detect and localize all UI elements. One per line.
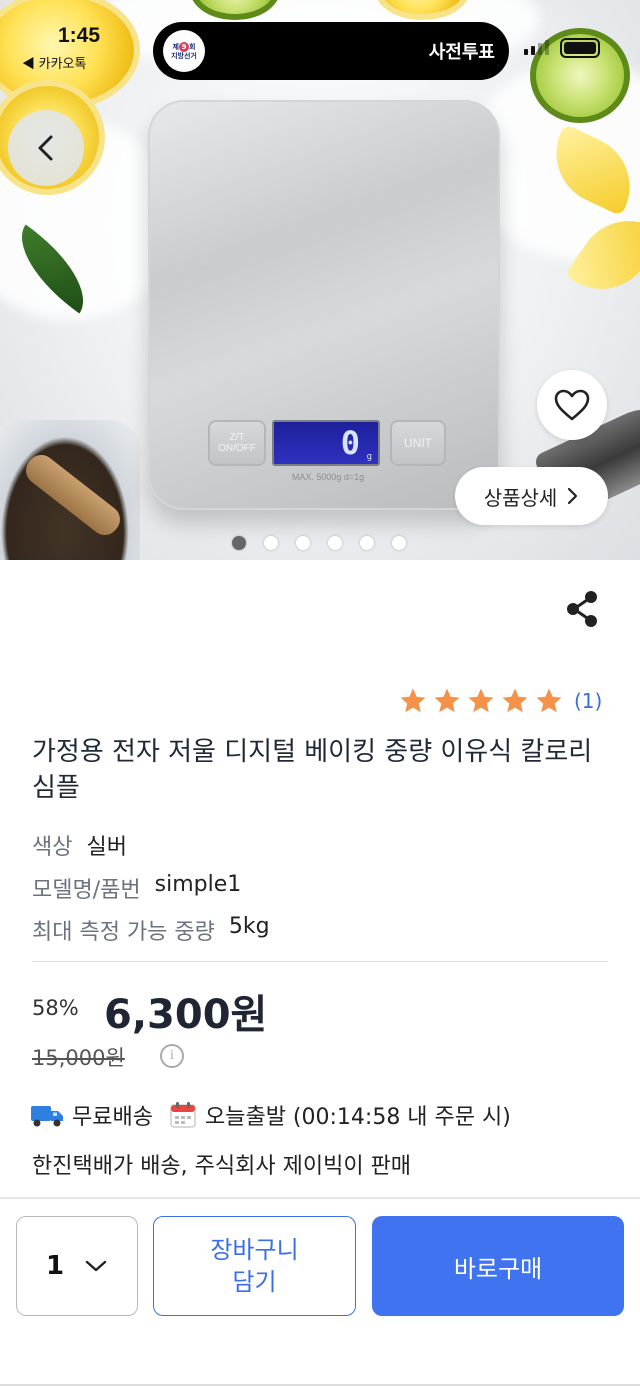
star-icon xyxy=(468,688,494,713)
star-icon xyxy=(536,688,562,713)
rating[interactable]: (1) xyxy=(398,686,602,716)
election-logo-icon: 제9회 지방선거 xyxy=(163,30,205,72)
status-time: 1:45 xyxy=(58,24,101,47)
spec-model: 모델명/품번 simple1 xyxy=(32,872,241,904)
quantity-select[interactable]: 1 xyxy=(16,1216,138,1316)
chevron-left-icon xyxy=(38,135,53,161)
sale-price: 6,300원 xyxy=(104,992,268,1038)
spec-value: 실버 xyxy=(86,835,127,860)
heart-icon xyxy=(554,389,590,421)
wishlist-button[interactable] xyxy=(537,370,607,440)
scale-display-unit: g xyxy=(366,452,372,462)
original-price: 15,000원 xyxy=(32,1046,125,1070)
price-info-glyph: i xyxy=(170,1048,174,1063)
back-to-app-link[interactable]: ◀ 카카오톡 xyxy=(22,53,86,72)
scale-display-value: 0 xyxy=(340,424,360,462)
carousel-dot[interactable] xyxy=(296,536,310,550)
product-detail-button[interactable]: 상품상세 xyxy=(455,467,608,525)
carousel-dot[interactable] xyxy=(360,536,374,550)
election-logo-number: 9 xyxy=(179,42,189,52)
divider xyxy=(32,961,608,962)
free-shipping-label: 무료배송 xyxy=(72,1105,153,1130)
chevron-down-icon xyxy=(85,1260,107,1272)
scale-display: 0 g xyxy=(272,420,380,466)
add-to-cart-button[interactable]: 장바구니 담기 xyxy=(153,1216,356,1316)
carousel-dots[interactable] xyxy=(232,536,406,550)
back-button[interactable] xyxy=(8,110,84,186)
calendar-icon xyxy=(170,1102,196,1128)
product-detail-label: 상품상세 xyxy=(483,485,558,510)
election-logo-top: 제9회 xyxy=(173,42,196,52)
carousel-dot[interactable] xyxy=(392,536,406,550)
spec-key: 색상 xyxy=(32,835,73,860)
spec-value: 5kg xyxy=(228,914,270,939)
product-image-carousel[interactable]: Z/T ON/OFF 0 g UNIT MAX. 5000g d=1g 1:45… xyxy=(0,0,640,560)
bottom-bar-divider xyxy=(0,1197,640,1199)
spec-key: 최대 측정 가능 중량 xyxy=(32,920,215,945)
spec-value: simple1 xyxy=(154,872,242,897)
scale-unit-label: UNIT xyxy=(404,435,432,450)
spec-color: 색상 실버 xyxy=(32,829,127,861)
today-dispatch-label: 오늘출발 (00:14:58 내 주문 시) xyxy=(204,1105,511,1130)
scale-unit-button: UNIT xyxy=(390,420,446,466)
share-icon xyxy=(567,591,597,627)
carousel-dot[interactable] xyxy=(264,536,278,550)
buy-now-button[interactable]: 바로구매 xyxy=(372,1216,624,1316)
signal-icon xyxy=(524,40,549,55)
carousel-dot[interactable] xyxy=(232,536,246,550)
seller-info: 한진택배가 배송, 주식회사 제이빅이 판매 xyxy=(32,1154,412,1179)
carousel-dot[interactable] xyxy=(328,536,342,550)
election-logo-mid-text: 회 xyxy=(189,43,196,51)
product-title: 가정용 전자 저울 디지털 베이킹 중량 이유식 칼로리 심플 xyxy=(32,737,593,803)
share-button[interactable] xyxy=(562,588,604,630)
discount-rate: 58% xyxy=(32,996,79,1020)
scale-max-label: MAX. 5000g d=1g xyxy=(291,472,365,482)
price-info-icon[interactable]: i xyxy=(160,1044,184,1068)
buy-now-label: 바로구매 xyxy=(453,1254,543,1283)
scale-control-panel: Z/T ON/OFF 0 g UNIT MAX. 5000g d=1g xyxy=(208,418,446,488)
spec-max-weight: 최대 측정 가능 중량 5kg xyxy=(32,914,270,946)
add-to-cart-label: 장바구니 담기 xyxy=(210,1236,299,1296)
spec-key: 모델명/품번 xyxy=(32,878,141,903)
star-icon xyxy=(400,688,426,713)
battery-icon xyxy=(560,38,600,58)
chevron-right-icon xyxy=(568,487,578,505)
star-icon xyxy=(434,688,460,713)
dynamic-island[interactable]: 제9회 지방선거 사전투표 xyxy=(153,22,509,80)
star-icon xyxy=(502,688,528,713)
kitchen-scale-image: Z/T ON/OFF 0 g UNIT MAX. 5000g d=1g xyxy=(148,100,500,510)
scale-onoff-button: Z/T ON/OFF xyxy=(208,420,266,466)
rating-count[interactable]: (1) xyxy=(574,689,602,713)
election-logo-bottom-text: 지방선거 xyxy=(171,52,197,60)
island-label: 사전투표 xyxy=(428,42,495,63)
scale-onoff-label: Z/T ON/OFF xyxy=(218,432,256,454)
quantity-value: 1 xyxy=(45,1251,65,1281)
shipping-info: 무료배송 오늘출발 (00:14:58 내 주문 시) xyxy=(30,1099,511,1131)
truck-icon xyxy=(31,1106,63,1127)
